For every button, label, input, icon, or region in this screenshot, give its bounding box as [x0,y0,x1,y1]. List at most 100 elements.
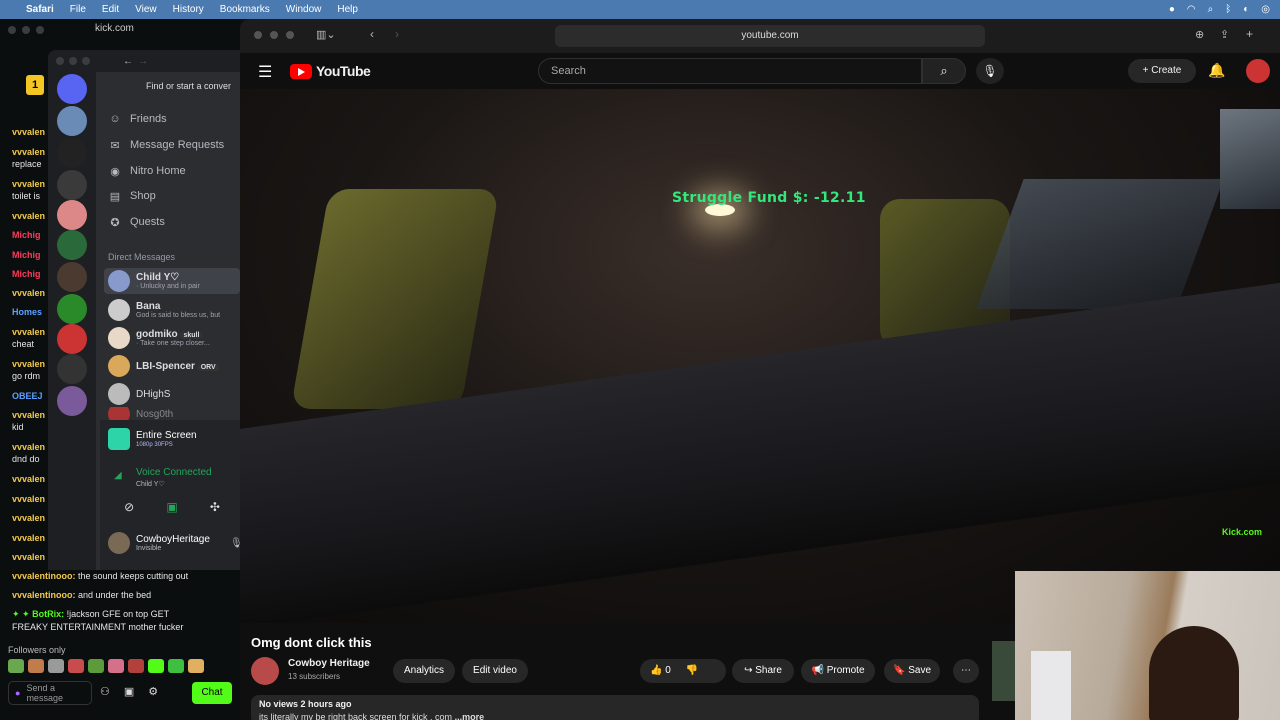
kick-url[interactable]: kick.com [95,23,134,34]
menu-edit[interactable]: Edit [102,4,119,15]
menu-history[interactable]: History [173,4,204,15]
emote[interactable] [188,659,204,673]
mic-icon[interactable]: ● [15,688,20,698]
server-icon[interactable] [57,230,87,260]
server-icon[interactable] [57,200,87,230]
close-button[interactable] [8,26,16,34]
related-video-thumbnail[interactable] [992,641,1016,701]
emote[interactable] [108,659,124,673]
emote[interactable] [68,659,84,673]
control-center-icon[interactable]: ◐ [1243,4,1249,15]
share-icon[interactable]: ⇪ [1220,28,1229,41]
youtube-logo[interactable]: YouTube [290,63,371,79]
close-button[interactable] [56,57,64,65]
emote[interactable] [128,659,144,673]
chat-username[interactable]: vvvalentinooo: [12,590,76,600]
video-description[interactable]: No views 2 hours ago its literally my be… [251,695,979,720]
gift-icon[interactable]: ▣ [124,685,134,698]
edit-video-button[interactable]: Edit video [462,659,528,683]
close-button[interactable] [254,31,262,39]
camera-off-icon[interactable]: ⊘ [124,500,134,514]
emote[interactable] [28,659,44,673]
emote[interactable] [88,659,104,673]
menu-app-name[interactable]: Safari [26,4,54,15]
siri-icon[interactable]: ◎ [1261,4,1270,15]
voice-search-button[interactable]: 🎙 [976,58,1004,84]
dm-item[interactable]: godmiko skull · Take one step closer... [104,325,240,351]
menu-help[interactable]: Help [337,4,358,15]
nav-friends[interactable]: ☺ Friends [108,109,166,129]
sidebar-icon[interactable]: ▥⌄ [316,28,336,41]
emote[interactable] [148,659,164,673]
settings-icon[interactable]: ⚙ [148,685,158,698]
minimize-button[interactable] [22,26,30,34]
nav-shop[interactable]: ▤ Shop [108,186,156,206]
like-dislike-button[interactable]: 👍 0 👎 [640,659,726,683]
more-actions-button[interactable]: ⋯ [953,659,979,683]
chat-send-button[interactable]: Chat [192,682,232,704]
account-avatar[interactable] [1246,59,1270,83]
minimize-button[interactable] [69,57,77,65]
channel-name[interactable]: Cowboy Heritage [288,658,370,669]
analytics-button[interactable]: Analytics [393,659,455,683]
server-icon[interactable] [57,294,87,324]
dm-item[interactable]: Child Y♡ · Unlucky and in pair [104,268,240,294]
server-icon[interactable] [57,170,87,200]
chat-input[interactable]: ● Send a message [8,681,92,705]
thumbs-up-icon[interactable]: 👍 [650,665,662,676]
screenshare-toggle-icon[interactable]: ▣ [166,500,177,514]
menu-file[interactable]: File [70,4,86,15]
emote[interactable] [168,659,184,673]
thumbs-down-icon[interactable]: 👎 [686,665,698,676]
more-link[interactable]: ...more [455,712,485,720]
zoom-button[interactable] [36,26,44,34]
mic-icon[interactable]: 🎙 [230,538,240,549]
zoom-button[interactable] [82,57,90,65]
server-icon[interactable] [57,106,87,136]
address-bar[interactable]: youtube.com [555,25,985,47]
share-title[interactable]: Entire Screen [136,430,197,441]
notification-badge[interactable]: 1 [26,75,44,95]
share-button[interactable]: ↪ Share [732,659,794,683]
server-icon[interactable] [57,138,87,168]
download-icon[interactable]: ⊕ [1195,28,1204,41]
create-button[interactable]: + Create [1128,59,1196,83]
save-button[interactable]: 🔖 Save [884,659,940,683]
activities-icon[interactable]: ✣ [210,500,220,514]
chat-username[interactable]: BotRix: [32,609,64,619]
chat-username[interactable]: vvvalentinooo: [12,571,76,581]
forward-icon[interactable]: › [395,27,399,41]
server-icon[interactable] [57,324,87,354]
search-icon[interactable]: ⌕ [1208,4,1214,15]
new-tab-icon[interactable]: + [1246,27,1253,41]
menu-bookmarks[interactable]: Bookmarks [220,4,270,15]
emote[interactable] [8,659,24,673]
emote[interactable] [48,659,64,673]
zoom-button[interactable] [286,31,294,39]
server-icon[interactable] [57,262,87,292]
channel-avatar[interactable] [251,657,279,685]
user-panel[interactable]: CowboyHeritageInvisible 🎙 ⌄ [108,532,240,554]
dm-item[interactable]: Nosg0th [104,407,240,421]
notifications-bell-icon[interactable]: 🔔 [1208,62,1225,79]
server-icon[interactable] [57,386,87,416]
voice-connected-label[interactable]: Voice Connected [136,467,212,478]
dm-item[interactable]: Bana God is said to bless us, but [104,297,240,323]
promote-button[interactable]: 📢 Promote [801,659,875,683]
menu-view[interactable]: View [135,4,157,15]
server-icon[interactable] [57,354,87,384]
menu-icon[interactable]: ☰ [258,62,272,82]
search-button[interactable]: ⌕ [922,58,966,84]
users-icon[interactable]: ⚇ [100,685,110,698]
record-icon[interactable]: ● [1169,4,1175,15]
dm-item[interactable]: LBI-Spencer ORV [104,353,240,379]
back-arrow-icon[interactable]: ← [123,56,133,67]
find-conversation-input[interactable]: Find or start a conver [104,77,240,95]
search-input[interactable]: Search [538,58,922,84]
nav-message-requests[interactable]: ✉ Message Requests [108,135,224,155]
discord-home-icon[interactable] [57,74,87,104]
menu-window[interactable]: Window [286,4,322,15]
forward-arrow-icon[interactable]: → [138,56,148,67]
nav-nitro[interactable]: ◉ Nitro Home [108,161,185,181]
video-player[interactable]: Struggle Fund $: -12.11 Kick.com [240,89,1280,623]
